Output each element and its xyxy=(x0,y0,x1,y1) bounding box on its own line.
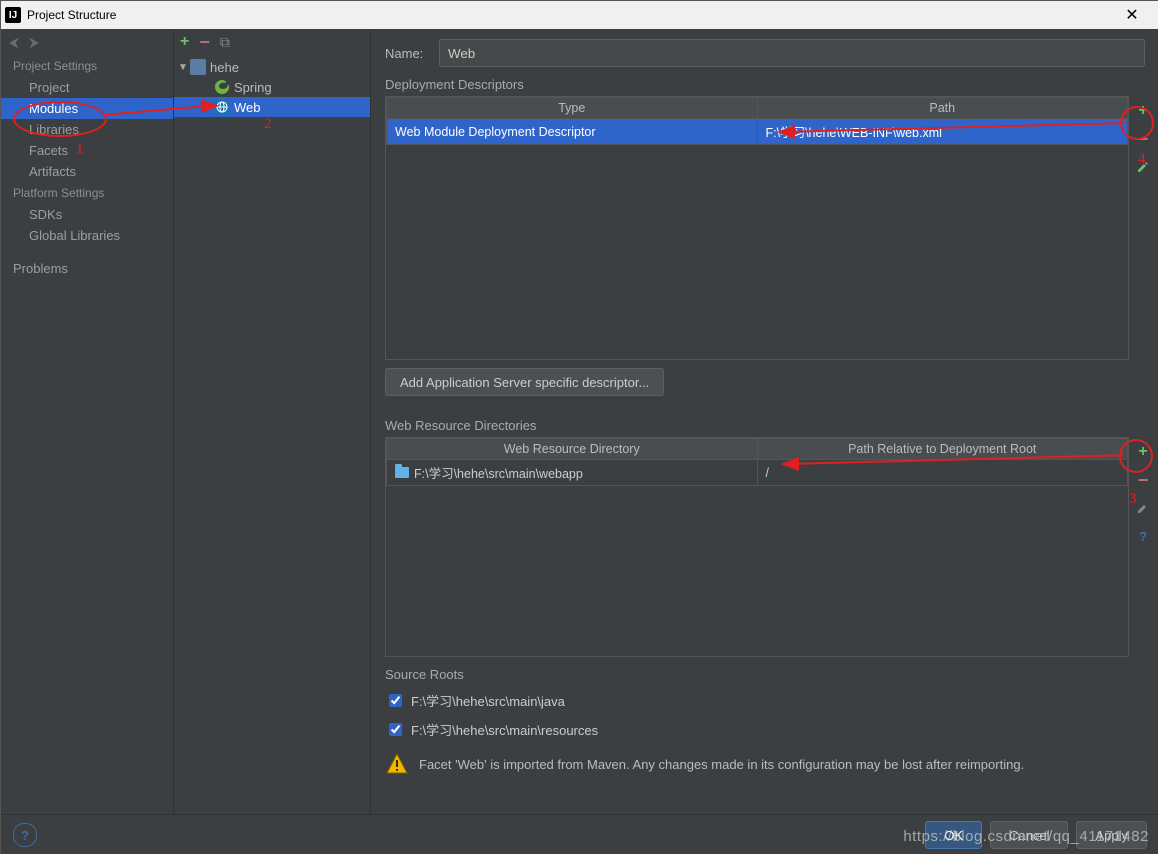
ok-button[interactable]: OK xyxy=(925,821,982,849)
nav-artifacts[interactable]: Artifacts xyxy=(1,161,173,182)
nav-project[interactable]: Project xyxy=(1,77,173,98)
title-bar: IJ Project Structure ✕ xyxy=(1,1,1158,29)
nav-global-libraries[interactable]: Global Libraries xyxy=(1,225,173,246)
table-row[interactable]: Web Module Deployment Descriptor F:\学习\h… xyxy=(387,119,1128,145)
nav-libraries[interactable]: Libraries xyxy=(1,119,173,140)
help-button[interactable]: ? xyxy=(13,823,37,847)
col-type: Type xyxy=(387,98,758,119)
col-path: Path xyxy=(757,98,1128,119)
add-app-server-descriptor-button[interactable]: Add Application Server specific descript… xyxy=(385,368,664,396)
facet-name-input[interactable] xyxy=(439,39,1145,67)
settings-nav: ⮜ ⮞ Project Settings Project Modules Lib… xyxy=(1,29,174,814)
section-project-settings: Project Settings xyxy=(1,55,173,77)
tree-node-label: Web xyxy=(234,100,261,115)
web-resource-dirs-table[interactable]: Web Resource Directory Path Relative to … xyxy=(386,438,1128,486)
nav-modules[interactable]: Modules xyxy=(1,98,173,119)
deployment-descriptors-table[interactable]: Type Path Web Module Deployment Descript… xyxy=(386,97,1128,145)
web-resource-dirs-label: Web Resource Directories xyxy=(371,418,1158,437)
tree-node-web[interactable]: Web xyxy=(174,97,370,117)
facet-config-panel: Name: Deployment Descriptors Type Path W… xyxy=(371,29,1158,814)
cancel-button[interactable]: Cancel xyxy=(990,821,1068,849)
tree-node-label: Spring xyxy=(234,80,272,95)
tree-node-root[interactable]: ▼ hehe xyxy=(174,57,370,77)
tree-node-label: hehe xyxy=(210,60,239,75)
nav-back-icon[interactable]: ⮜ xyxy=(9,34,19,51)
nav-problems[interactable]: Problems xyxy=(1,258,173,279)
nav-sdks[interactable]: SDKs xyxy=(1,204,173,225)
app-icon: IJ xyxy=(5,7,21,23)
apply-button[interactable]: Apply xyxy=(1076,821,1147,849)
edit-webres-icon[interactable] xyxy=(1134,499,1152,517)
add-webres-icon[interactable]: + xyxy=(1134,443,1152,461)
col-relpath: Path Relative to Deployment Root xyxy=(757,439,1128,460)
edit-descriptor-icon[interactable] xyxy=(1134,158,1152,176)
remove-descriptor-icon[interactable]: − xyxy=(1134,130,1152,148)
maven-import-warning: Facet 'Web' is imported from Maven. Any … xyxy=(371,744,1158,784)
source-root-checkbox[interactable] xyxy=(389,723,402,736)
tree-node-spring[interactable]: Spring xyxy=(174,77,370,97)
dialog-footer: ? OK Cancel Apply xyxy=(1,814,1158,854)
nav-facets[interactable]: Facets xyxy=(1,140,173,161)
window-title: Project Structure xyxy=(27,8,1109,22)
source-root-row[interactable]: F:\学习\hehe\src\main\java xyxy=(385,686,1145,715)
add-module-icon[interactable]: + xyxy=(180,33,189,51)
remove-webres-icon[interactable]: − xyxy=(1134,471,1152,489)
module-tree-panel: + − ⧉ ▼ hehe Spring xyxy=(174,29,371,814)
spring-icon xyxy=(214,79,230,95)
section-platform-settings: Platform Settings xyxy=(1,182,173,204)
add-descriptor-icon[interactable]: + xyxy=(1134,102,1152,120)
remove-module-icon[interactable]: − xyxy=(199,32,210,53)
source-root-row[interactable]: F:\学习\hehe\src\main\resources xyxy=(385,715,1145,744)
name-label: Name: xyxy=(385,46,439,61)
copy-module-icon[interactable]: ⧉ xyxy=(220,34,230,51)
source-roots-label: Source Roots xyxy=(371,667,1158,686)
help-webres-icon[interactable]: ? xyxy=(1134,527,1152,545)
source-root-checkbox[interactable] xyxy=(389,694,402,707)
close-button[interactable]: ✕ xyxy=(1109,1,1155,29)
warning-icon xyxy=(385,752,409,776)
col-webdir: Web Resource Directory xyxy=(387,439,758,460)
nav-fwd-icon[interactable]: ⮞ xyxy=(29,34,39,51)
deployment-descriptors-label: Deployment Descriptors xyxy=(371,77,1158,96)
web-icon xyxy=(214,99,230,115)
table-row[interactable]: F:\学习\hehe\src\main\webapp / xyxy=(387,460,1128,486)
folder-icon xyxy=(395,467,409,478)
